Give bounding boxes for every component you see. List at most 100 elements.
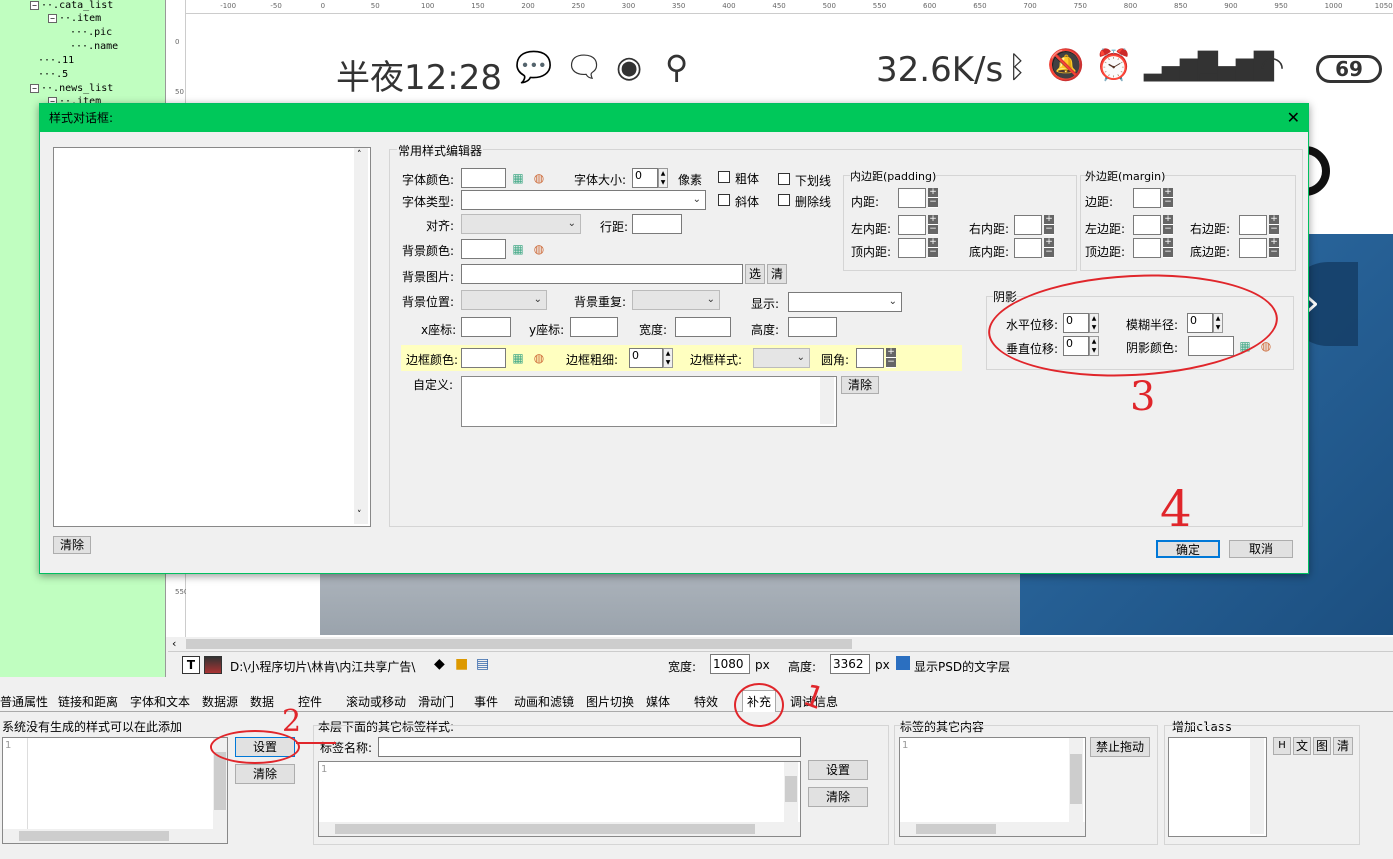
color-wheel-icon[interactable]: ◍ (531, 241, 547, 257)
custom-css-textarea[interactable] (461, 376, 837, 427)
text-tool-icon[interactable]: T (182, 656, 200, 674)
radius-input[interactable] (856, 348, 884, 368)
tab-3[interactable]: 数据源 (202, 693, 238, 710)
scroll-thumb[interactable] (186, 639, 852, 649)
border-width-spinner[interactable]: ▲ ▼ (663, 348, 673, 368)
tree-node[interactable]: − ··.item (48, 13, 101, 24)
v-scrollbar[interactable] (1250, 738, 1264, 834)
tab-11[interactable]: 媒体 (646, 693, 670, 710)
h-scrollbar[interactable] (900, 822, 1085, 836)
padding-right-stepper[interactable]: + − (1044, 215, 1054, 235)
bg-position-select[interactable]: ⌄ (461, 290, 547, 310)
margin-input[interactable] (1133, 188, 1161, 208)
italic-checkbox[interactable] (718, 194, 730, 206)
h-scrollbar[interactable] (319, 822, 800, 836)
tab-10[interactable]: 图片切换 (586, 693, 634, 710)
tab-2[interactable]: 字体和文本 (130, 693, 190, 710)
show-psd-text[interactable]: 显示PSD的文字层 (914, 658, 1010, 675)
tab-9[interactable]: 动画和滤镜 (514, 693, 574, 710)
tab-1[interactable]: 链接和距离 (58, 693, 118, 710)
v-scrollbar[interactable] (820, 377, 834, 424)
margin-top-stepper[interactable]: + − (1163, 238, 1173, 258)
tag-other-textarea[interactable]: 1 (899, 737, 1086, 837)
padding-input[interactable] (898, 188, 926, 208)
border-width-input[interactable]: 0 (629, 348, 663, 368)
bg-color-input[interactable] (461, 239, 506, 259)
v-scrollbar[interactable]: ˄ ˅ (354, 148, 368, 524)
margin-top-input[interactable] (1133, 238, 1161, 258)
ok-button[interactable]: 确定 (1156, 540, 1220, 558)
close-icon[interactable]: ✕ (1287, 108, 1300, 127)
system-style-textarea[interactable]: 1 (2, 737, 228, 844)
margin-bottom-stepper[interactable]: + − (1269, 238, 1279, 258)
padding-left-input[interactable] (898, 215, 926, 235)
padding-top-stepper[interactable]: + − (928, 238, 938, 258)
display-select[interactable]: ⌄ (788, 292, 902, 312)
padding-right-input[interactable] (1014, 215, 1042, 235)
bold-checkbox[interactable] (718, 171, 730, 183)
x-input[interactable] (461, 317, 511, 337)
h-button[interactable]: H (1273, 737, 1291, 755)
margin-right-input[interactable] (1239, 215, 1267, 235)
v-scrollbar[interactable] (1069, 738, 1083, 822)
collapse-icon[interactable]: − (30, 0, 39, 10)
margin-right-stepper[interactable]: + − (1269, 215, 1279, 235)
clear-class-button[interactable]: 清 (1333, 737, 1353, 755)
radius-stepper[interactable]: + − (886, 348, 896, 368)
colors-icon[interactable]: ◆ (434, 656, 445, 672)
width-input[interactable] (675, 317, 731, 337)
margin-stepper[interactable]: + − (1163, 188, 1173, 208)
line-height-input[interactable] (632, 214, 682, 234)
palette-icon[interactable]: ▦ (510, 170, 526, 186)
tab-8[interactable]: 事件 (474, 693, 498, 710)
padding-bottom-input[interactable] (1014, 238, 1042, 258)
clear-tag-button[interactable]: 清除 (808, 787, 868, 807)
tree-node[interactable]: ···.name (70, 41, 118, 52)
tree-node[interactable]: − ··.cata_list (30, 0, 113, 11)
scroll-up-icon[interactable]: ˄ (357, 150, 362, 160)
tree-node[interactable]: ···.pic (70, 27, 112, 38)
tab-4[interactable]: 数据 (250, 693, 274, 710)
scroll-left-icon[interactable]: ‹ (172, 637, 176, 650)
padding-top-input[interactable] (898, 238, 926, 258)
tab-12[interactable]: 特效 (694, 693, 718, 710)
tab-5[interactable]: 控件 (298, 693, 322, 710)
padding-stepper[interactable]: + − (928, 188, 938, 208)
bg-repeat-select[interactable]: ⌄ (632, 290, 720, 310)
save-icon[interactable]: ▤ (476, 656, 489, 672)
y-input[interactable] (570, 317, 618, 337)
tag-name-input[interactable] (378, 737, 801, 757)
collapse-icon[interactable]: − (30, 83, 39, 93)
set-tag-button[interactable]: 设置 (808, 760, 868, 780)
border-color-input[interactable] (461, 348, 506, 368)
style-preview-textarea[interactable]: ˄ ˅ (53, 147, 371, 527)
clear-custom-button[interactable]: 清除 (841, 376, 879, 394)
canvas-h-scrollbar[interactable]: ‹ (170, 637, 1393, 651)
font-size-spinner[interactable]: ▲ ▼ (658, 168, 668, 188)
margin-left-input[interactable] (1133, 215, 1161, 235)
cancel-button[interactable]: 取消 (1229, 540, 1293, 558)
collapse-icon[interactable]: − (48, 13, 57, 23)
margin-bottom-input[interactable] (1239, 238, 1267, 258)
folder-icon[interactable]: ■ (455, 656, 468, 672)
image-button[interactable]: 图 (1313, 737, 1331, 755)
clear-style-button[interactable]: 清除 (235, 764, 295, 784)
color-wheel-icon[interactable]: ◍ (531, 350, 547, 366)
tag-style-textarea[interactable]: 1 (318, 761, 801, 837)
image-tool-icon[interactable] (204, 656, 222, 674)
margin-left-stepper[interactable]: + − (1163, 215, 1173, 235)
tree-node[interactable]: − ··.news_list (30, 83, 113, 94)
text-button[interactable]: 文 (1293, 737, 1311, 755)
font-size-input[interactable]: 0 (632, 168, 658, 188)
clear-preview-button[interactable]: 清除 (53, 536, 91, 554)
strike-checkbox[interactable] (778, 194, 790, 206)
border-style-select[interactable]: ⌄ (753, 348, 810, 368)
width-field[interactable]: 1080 (710, 654, 750, 674)
font-type-select[interactable]: ⌄ (461, 190, 706, 210)
scroll-down-icon[interactable]: ˅ (357, 510, 362, 520)
bg-image-input[interactable] (461, 264, 743, 284)
palette-icon[interactable]: ▦ (510, 241, 526, 257)
tree-node[interactable]: ···.11 (38, 55, 74, 66)
tab-7[interactable]: 滑动门 (418, 693, 454, 710)
padding-left-stepper[interactable]: + − (928, 215, 938, 235)
